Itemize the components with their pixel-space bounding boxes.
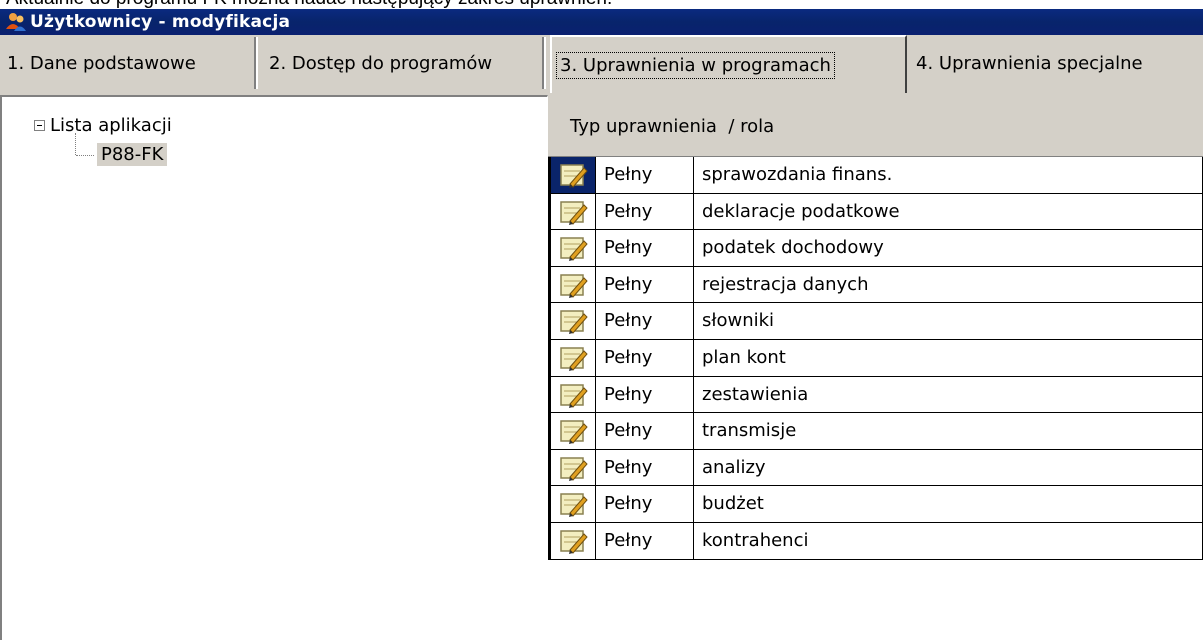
permission-type-cell[interactable]: Pełny (596, 376, 694, 413)
permission-type-cell[interactable]: Pełny (596, 303, 694, 339)
tab-label: 4. Uprawnienia specjalne (916, 52, 1143, 74)
table-row[interactable]: Pełny słowniki (548, 303, 1203, 340)
table-row[interactable]: Pełny deklaracje podatkowe (548, 193, 1203, 231)
table-row[interactable]: Pełny rejestracja danych (548, 266, 1203, 304)
collapse-icon[interactable] (34, 120, 45, 131)
table-row[interactable]: Pełny plan kont (548, 339, 1203, 377)
tree-connector (76, 155, 94, 156)
row-icon-cell[interactable] (548, 413, 596, 449)
tree-connector (75, 133, 76, 155)
permission-type-cell[interactable]: Pełny (596, 413, 694, 449)
row-icon-cell[interactable] (548, 230, 596, 266)
role-cell[interactable]: rejestracja danych (694, 266, 1203, 303)
role-cell[interactable]: sprawozdania finans. (694, 157, 1203, 193)
role-cell[interactable]: kontrahenci (694, 522, 1203, 559)
edit-permission-icon[interactable] (560, 455, 588, 481)
permission-type-cell[interactable]: Pełny (596, 157, 694, 193)
role-cell[interactable]: deklaracje podatkowe (694, 193, 1203, 230)
tree-root-item[interactable]: Lista aplikacji (34, 115, 172, 136)
edit-permission-icon[interactable] (560, 491, 588, 518)
grid-header[interactable]: Typ uprawnienia / rola (548, 95, 1203, 157)
row-icon-cell[interactable] (548, 522, 596, 559)
role-cell[interactable]: plan kont (694, 339, 1203, 376)
table-row[interactable]: Pełny podatek dochodowy (548, 230, 1203, 267)
edit-permission-icon[interactable] (560, 418, 588, 445)
row-icon-cell[interactable] (548, 376, 596, 413)
role-cell[interactable]: zestawienia (694, 376, 1203, 413)
tab-dane-podstawowe[interactable]: 1. Dane podstawowe (0, 37, 258, 89)
permissions-grid-panel: Typ uprawnienia / rola Pełny sprawozdania… (548, 95, 1203, 640)
edit-permission-icon[interactable] (560, 345, 588, 371)
role-cell[interactable]: analizy (694, 449, 1203, 486)
row-icon-cell[interactable] (548, 486, 596, 522)
edit-permission-icon[interactable] (560, 308, 588, 335)
edit-permission-icon[interactable] (560, 199, 588, 225)
permission-type-cell[interactable]: Pełny (596, 339, 694, 376)
edit-permission-icon[interactable] (560, 162, 588, 188)
window-titlebar[interactable]: Użytkownicy - modyfikacja (0, 9, 1203, 35)
tree-root-label: Lista aplikacji (50, 115, 172, 136)
permission-type-cell[interactable]: Pełny (596, 449, 694, 486)
permission-type-cell[interactable]: Pełny (596, 486, 694, 522)
table-row[interactable]: Pełny sprawozdania finans. (548, 157, 1203, 194)
window-title: Użytkownicy - modyfikacja (30, 12, 291, 32)
table-row[interactable]: Pełny zestawienia (548, 376, 1203, 414)
tab-label: 1. Dane podstawowe (7, 52, 196, 74)
row-icon-cell[interactable] (548, 157, 596, 193)
permission-type-cell[interactable]: Pełny (596, 522, 694, 559)
tab-dostep-do-programow[interactable]: 2. Dostęp do programów (262, 37, 546, 89)
table-row[interactable]: Pełny kontrahenci (548, 522, 1203, 560)
row-icon-cell[interactable] (548, 193, 596, 230)
row-icon-cell[interactable] (548, 266, 596, 303)
edit-permission-icon[interactable] (560, 272, 588, 298)
permission-type-cell[interactable]: Pełny (596, 266, 694, 303)
role-cell[interactable]: podatek dochodowy (694, 230, 1203, 266)
tab-label: 3. Uprawnienia w programach (556, 51, 835, 79)
role-cell[interactable]: transmisje (694, 413, 1203, 449)
application-tree-panel: Lista aplikacji P88-FK (0, 95, 548, 640)
row-icon-cell[interactable] (548, 303, 596, 339)
table-row[interactable]: Pełny budżet (548, 486, 1203, 523)
row-icon-cell[interactable] (548, 449, 596, 486)
tab-uprawnienia-w-programach[interactable]: 3. Uprawnienia w programach (550, 35, 907, 93)
permission-type-cell[interactable]: Pełny (596, 193, 694, 230)
grid-header-label: Typ uprawnienia / rola (570, 116, 775, 137)
tree-item-p88-fk[interactable]: P88-FK (97, 143, 168, 166)
tab-label: 2. Dostęp do programów (269, 52, 493, 74)
table-row[interactable]: Pełny analizy (548, 449, 1203, 487)
tab-strip: 1. Dane podstawowe 2. Dostęp do programó… (0, 35, 1203, 95)
edit-permission-icon[interactable] (560, 382, 588, 408)
tab-uprawnienia-specjalne[interactable]: 4. Uprawnienia specjalne (909, 37, 1203, 89)
table-row[interactable]: Pełny transmisje (548, 413, 1203, 450)
role-cell[interactable]: budżet (694, 486, 1203, 522)
permission-type-cell[interactable]: Pełny (596, 230, 694, 266)
role-cell[interactable]: słowniki (694, 303, 1203, 339)
users-icon (4, 11, 28, 33)
edit-permission-icon[interactable] (560, 528, 588, 554)
edit-permission-icon[interactable] (560, 235, 588, 262)
permissions-grid: Pełny sprawozdania finans. Pełny deklaracje… (548, 157, 1203, 560)
row-icon-cell[interactable] (548, 339, 596, 376)
